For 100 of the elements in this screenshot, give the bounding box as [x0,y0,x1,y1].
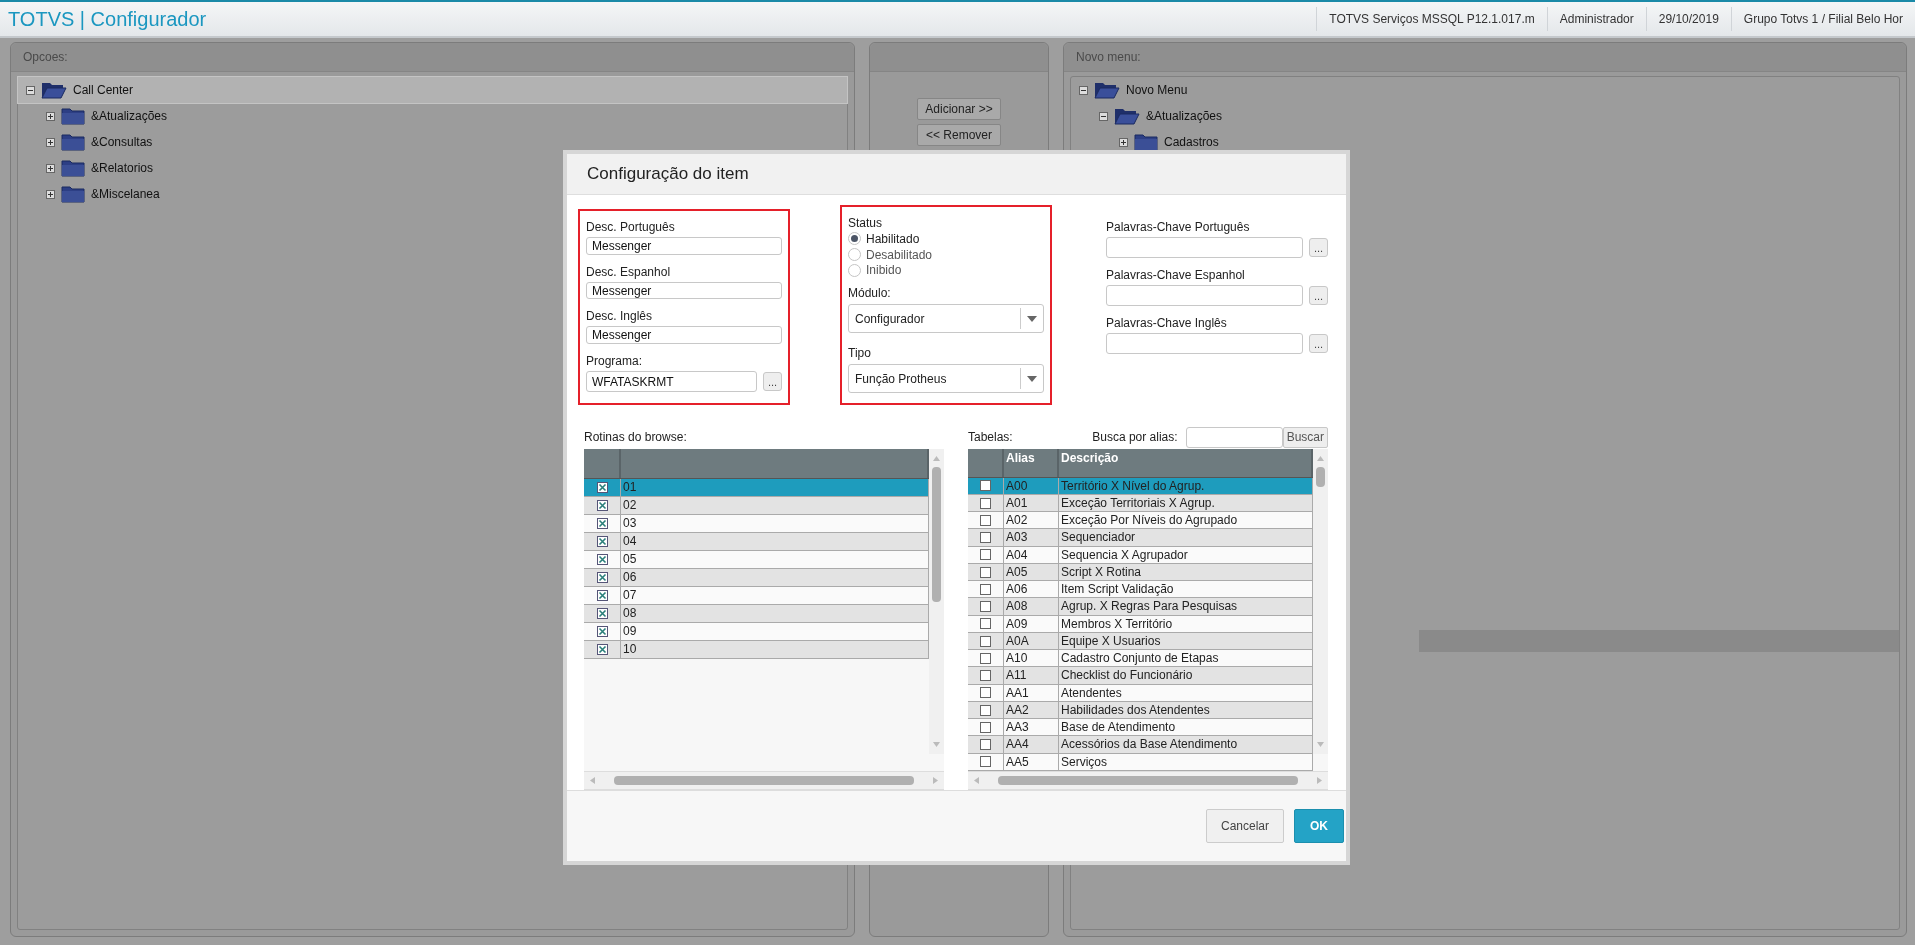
table-row[interactable]: 10 [584,641,929,659]
tree-item[interactable]: &Atualizações [1091,103,1899,129]
table-cell-text: Atendentes [1060,684,1123,701]
table-row[interactable]: 05 [584,551,929,569]
checkbox[interactable] [980,687,991,699]
dropdown[interactable]: Configurador [848,304,1044,334]
expand-icon[interactable] [46,189,55,199]
text-field[interactable] [1106,333,1303,354]
move-button[interactable]: << Remover [917,124,1001,146]
checkbox[interactable] [980,704,991,716]
tree-item[interactable]: Novo Menu [1071,77,1899,103]
tree-item[interactable]: Cadastros [1111,129,1899,155]
table-cell: A09 [1004,615,1059,632]
table-cell-text: 03 [622,515,638,532]
table-row[interactable]: 01 [584,479,929,497]
cancel-button[interactable]: Cancelar [1206,809,1284,843]
expand-icon[interactable] [46,163,55,173]
table-row[interactable]: AA4 Acessórios da Base Atendimento [968,736,1313,754]
checked-checkbox[interactable] [596,572,608,583]
text-field[interactable] [1106,237,1303,258]
table-cell: AA3 [1004,719,1059,736]
checked-checkbox[interactable] [596,500,608,511]
text-field[interactable]: Messenger [586,281,782,300]
collapse-icon[interactable] [1079,85,1088,95]
collapse-icon[interactable] [1099,111,1108,121]
table-cell-text: Habilidades dos Atendentes [1060,701,1211,719]
dropdown[interactable]: Função Protheus [848,364,1044,393]
checked-checkbox[interactable] [596,626,608,637]
checkbox[interactable] [980,583,991,595]
checked-checkbox[interactable] [596,536,608,547]
checkbox[interactable] [980,721,991,733]
browse-button[interactable]: ... [1309,238,1328,257]
table-cell-text: Membros X Território [1060,615,1174,632]
radio-button[interactable] [848,263,861,277]
table-row[interactable]: 07 [584,587,929,605]
caret-icon [1027,375,1037,382]
tree-item[interactable]: &Atualizações [38,103,847,129]
table-row[interactable]: A03 Sequenciador [968,529,1313,547]
move-button[interactable]: Adicionar >> [917,98,1001,120]
text-field[interactable]: Messenger [586,237,782,255]
collapse-icon[interactable] [26,85,35,95]
radio-button[interactable] [848,232,861,246]
open-folder-icon [1094,81,1120,99]
table-row[interactable]: A06 Item Script Validação [968,581,1313,599]
horizontal-scrollbar[interactable] [584,771,944,790]
status-info: 29/10/2019 [1645,7,1731,31]
checkbox[interactable] [980,739,991,751]
checkbox[interactable] [980,618,991,630]
checked-checkbox[interactable] [596,590,608,601]
tree-item[interactable]: &Consultas [38,129,847,155]
table-cell-text: Sequenciador [1060,529,1137,546]
checkbox[interactable] [980,601,991,613]
table-row[interactable]: 06 [584,569,929,587]
checked-checkbox[interactable] [596,518,608,529]
table-row[interactable]: 09 [584,623,929,641]
expand-icon[interactable] [46,137,55,147]
table-row[interactable]: AA3 Base de Atendimento [968,719,1313,737]
checked-checkbox[interactable] [596,482,608,493]
table-cell: AA1 [1004,684,1059,701]
table-row[interactable]: 03 [584,515,929,533]
checkbox[interactable] [980,497,991,509]
radio-button[interactable] [848,248,861,262]
checkbox[interactable] [980,480,991,492]
search-field[interactable] [1185,426,1283,448]
table-row[interactable]: 02 [584,497,929,515]
browse-button[interactable]: ... [1309,334,1328,353]
text-field[interactable] [1106,285,1303,306]
checkbox[interactable] [980,670,991,682]
checkbox[interactable] [980,566,991,578]
search-button[interactable]: Buscar [1282,426,1328,448]
text-field[interactable]: Messenger [586,326,782,344]
checkbox[interactable] [980,756,991,768]
text-field[interactable]: WFATASKRMT [586,371,757,392]
checkbox[interactable] [980,549,991,561]
checked-checkbox[interactable] [596,554,608,565]
table-row[interactable]: 08 [584,605,929,623]
horizontal-scrollbar[interactable] [968,771,1328,790]
expand-icon[interactable] [46,111,55,121]
table-cell-text: Checklist do Funcionário [1060,667,1194,684]
field-label: Palavras-Chave Inglês [1106,316,1228,331]
checkbox[interactable] [980,514,991,526]
browse-button[interactable]: ... [1309,286,1328,305]
browse-button[interactable]: ... [763,372,782,391]
checkbox[interactable] [980,532,991,544]
expand-icon[interactable] [1119,137,1128,147]
tree-item[interactable]: &Miscelanea [38,181,847,207]
table-row[interactable]: A10 Cadastro Conjunto de Etapas [968,650,1313,668]
checkbox[interactable] [980,652,991,664]
tree-item[interactable]: Call Center [18,77,847,103]
table-cell: A05 [1004,563,1059,581]
checked-checkbox[interactable] [596,644,608,655]
table-row[interactable]: A02 Exceção Por Níveis do Agrupado [968,512,1313,530]
table-row[interactable]: 04 [584,533,929,551]
checkbox[interactable] [980,635,991,647]
checked-checkbox[interactable] [596,608,608,619]
folder-icon [61,159,85,177]
table-row[interactable]: A08 Agrup. X Regras Para Pesquisas [968,598,1313,616]
table-cell: A03 [1004,529,1059,546]
table-label: Tabelas: [968,430,1013,444]
table-row[interactable]: A11 Checklist do Funcionário [968,667,1313,685]
